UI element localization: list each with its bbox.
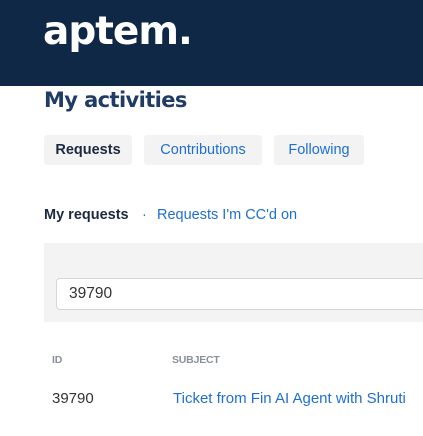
aptem-logo[interactable]: aptem. [43,6,193,58]
search-input[interactable] [56,278,423,310]
tab-requests[interactable]: Requests [44,135,132,165]
top-header: aptem. [0,0,423,86]
subnav-separator: · [142,207,147,223]
column-header-subject[interactable]: SUBJECT [172,354,220,366]
request-id-cell: 39790 [52,390,94,407]
request-subject-link[interactable]: Ticket from Fin AI Agent with Shruti [173,388,406,410]
search-panel [44,243,423,322]
column-header-id[interactable]: ID [52,354,62,366]
page-title: My activities [44,88,187,112]
tab-following[interactable]: Following [274,135,364,165]
table-row: 39790 Ticket from Fin AI Agent with Shru… [44,388,423,410]
tab-contributions[interactable]: Contributions [144,135,262,165]
requests-cc-link[interactable]: Requests I'm CC'd on [157,205,297,225]
my-requests-label: My requests [44,207,129,223]
